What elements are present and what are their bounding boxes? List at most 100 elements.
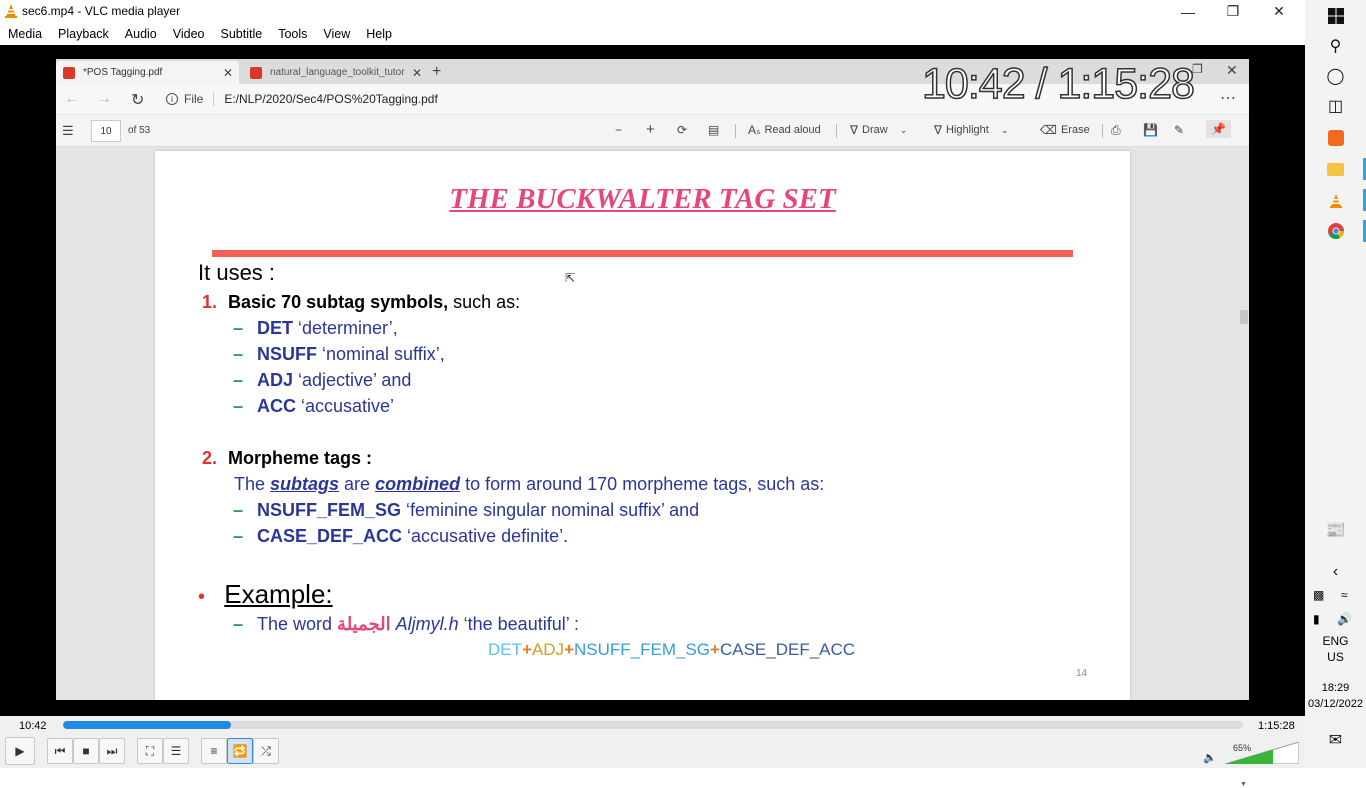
forward-icon[interactable]: → [96, 90, 112, 108]
draw-button[interactable]: ∇ Draw ⌄ [850, 123, 907, 137]
menu-media[interactable]: Media [0, 27, 50, 41]
zoom-out-icon[interactable]: − [615, 123, 622, 137]
refresh-icon[interactable]: ↻ [131, 90, 144, 110]
scroll-down-icon[interactable]: ▼ [1240, 781, 1247, 788]
menu-subtitle[interactable]: Subtitle [213, 27, 271, 41]
draw-icon: ∇ [850, 123, 859, 137]
read-aloud-button[interactable]: Aₛ Read aloud [748, 123, 821, 137]
menu-audio[interactable]: Audio [117, 27, 165, 41]
minimize-button[interactable]: — [1165, 0, 1211, 23]
extended-settings-button[interactable]: ☰ [163, 738, 189, 764]
page-number-input[interactable]: 10 [91, 120, 121, 142]
search-icon[interactable]: ⚲ [1305, 34, 1366, 58]
chevron-down-icon[interactable]: ⌄ [1001, 125, 1009, 136]
save-icon[interactable]: 💾 [1143, 123, 1158, 137]
battery-icon[interactable]: ▮ [1313, 612, 1320, 626]
task-view-icon[interactable]: ◫ [1305, 94, 1366, 118]
example-bullet: • [198, 586, 206, 608]
back-icon[interactable]: ← [64, 90, 80, 108]
cortana-icon[interactable]: ◯ [1305, 64, 1366, 88]
menu-playback[interactable]: Playback [50, 27, 117, 41]
seek-slider[interactable] [63, 721, 1243, 729]
tag-name: DET [257, 318, 293, 338]
playlist-button[interactable]: ≡ [201, 738, 227, 764]
speaker-icon[interactable]: 🔈 [1203, 751, 1217, 764]
system-clock[interactable]: 18:29 03/12/2022 [1305, 680, 1366, 712]
page-total: of 53 [128, 125, 151, 136]
tag-desc: ‘determiner’, [293, 318, 398, 338]
url-text: E:/NLP/2020/Sec4/POS%20Tagging.pdf [224, 92, 438, 106]
url-scheme-label: File [184, 92, 215, 106]
stop-button[interactable]: ■ [73, 738, 99, 764]
sub-item: – NSUFF ‘nominal suffix’, [233, 344, 445, 365]
tab-nltk-tutorial[interactable]: natural_language_toolkit_tutorial ✕ [243, 61, 428, 84]
highlight-button[interactable]: ∇ Highlight ⌄ [934, 123, 1008, 137]
menu-tools[interactable]: Tools [270, 27, 315, 41]
loop-button[interactable]: 🔁 [227, 738, 253, 764]
previous-button[interactable]: ⏮ [47, 738, 73, 764]
print-icon[interactable]: ⎙ [1111, 123, 1121, 138]
chrome-icon[interactable] [1305, 219, 1366, 243]
tab-label: *POS Tagging.pdf [83, 67, 163, 78]
more-icon[interactable]: ⋯ [1220, 88, 1236, 108]
shuffle-button[interactable]: ⤮ [253, 738, 279, 764]
dash-bullet: – [233, 370, 244, 390]
dash-bullet: – [233, 614, 244, 634]
rotate-icon[interactable]: ⟳ [677, 123, 687, 137]
time-overlay: 10:42 / 1:15:28 [921, 59, 1195, 109]
example-label: Example: [224, 579, 333, 609]
tab-pos-tagging[interactable]: *POS Tagging.pdf ✕ [56, 61, 239, 84]
restore-button[interactable]: ❐ [1210, 0, 1256, 23]
next-button[interactable]: ⏭ [99, 738, 125, 764]
toolbar-divider [735, 124, 736, 138]
chevron-left-icon[interactable]: ‹ [1305, 560, 1366, 584]
new-tab-icon[interactable]: + [432, 63, 441, 81]
read-aloud-label: Read aloud [764, 124, 821, 136]
toolbar-divider [1102, 124, 1103, 138]
menu-view[interactable]: View [315, 27, 358, 41]
close-button[interactable]: ✕ [1256, 0, 1302, 23]
info-icon: i [166, 93, 178, 105]
close-icon[interactable]: ✕ [1226, 62, 1238, 79]
list-number: 1. [202, 292, 218, 312]
menu-video[interactable]: Video [165, 27, 213, 41]
morpheme-description: The subtags are combined to form around … [234, 474, 824, 495]
tab-close-icon[interactable]: ✕ [412, 66, 422, 80]
current-time: 10:42 [19, 720, 47, 732]
tag-plus: + [710, 640, 720, 659]
title-bar: sec6.mp4 - VLC media player — ❐ ✕ [0, 0, 1305, 23]
xampp-icon[interactable] [1305, 126, 1366, 150]
input-language[interactable]: ENG US [1305, 633, 1366, 665]
language-region: US [1327, 650, 1344, 664]
tag-desc: ‘nominal suffix’, [317, 344, 445, 364]
menu-help[interactable]: Help [358, 27, 400, 41]
pin-icon[interactable]: 📌 [1206, 120, 1231, 138]
file-explorer-icon[interactable] [1305, 157, 1366, 181]
meet-now-icon[interactable]: ▩ [1313, 588, 1324, 602]
tag-token: CASE_DEF_ACC [719, 640, 856, 659]
url-field[interactable]: i File E:/NLP/2020/Sec4/POS%20Tagging.pd… [166, 89, 936, 109]
dash-bullet: – [233, 318, 244, 338]
play-button[interactable]: ▶ [5, 737, 35, 765]
toolbar-divider [836, 124, 837, 138]
scrollbar-thumb[interactable] [1240, 310, 1248, 324]
save-as-icon[interactable]: ✎ [1174, 123, 1184, 137]
fit-page-icon[interactable]: ▤ [708, 123, 719, 137]
fullscreen-button[interactable]: ⛶ [137, 738, 163, 764]
contents-icon[interactable]: ☰ [62, 123, 74, 139]
tag-name: NSUFF [257, 344, 317, 364]
news-icon[interactable]: 📰 [1305, 518, 1366, 542]
windows-start-icon[interactable] [1305, 4, 1366, 28]
wifi-icon[interactable]: ≈ [1341, 588, 1348, 602]
volume-icon[interactable]: 🔊 [1337, 612, 1352, 626]
notification-icon[interactable]: ✉ [1305, 728, 1366, 752]
list-item-1: 1. Basic 70 subtag symbols, such as: [202, 292, 520, 313]
erase-button[interactable]: ⌫ Erase [1040, 123, 1090, 137]
example-line: – The word الجميلة Aljmyl.h ‘the beautifu… [233, 614, 579, 635]
chevron-down-icon[interactable]: ⌄ [900, 125, 908, 136]
zoom-in-icon[interactable]: + [646, 121, 655, 138]
previous-icon: ⏮ [54, 743, 66, 758]
vlc-icon[interactable] [1305, 189, 1366, 213]
list-number: 2. [202, 448, 218, 468]
tab-close-icon[interactable]: ✕ [223, 66, 233, 80]
